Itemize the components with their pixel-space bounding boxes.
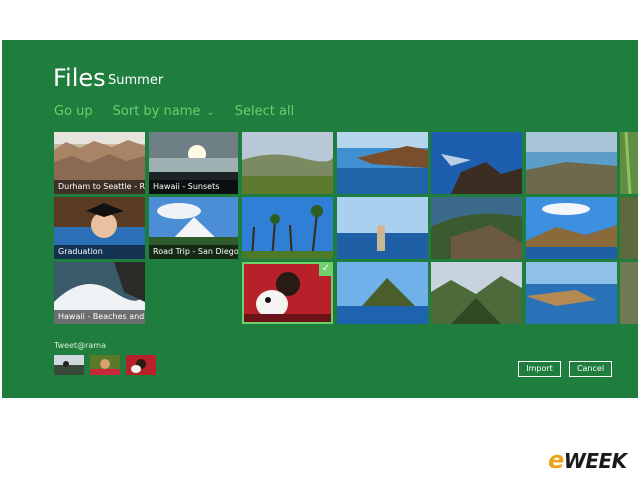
import-button[interactable]: Import (518, 361, 561, 377)
select-all-button[interactable]: Select all (235, 104, 294, 119)
basket-photo (54, 355, 84, 375)
basket-photo (90, 355, 120, 375)
photo-thumbnail (242, 132, 333, 194)
sort-label: Sort by name (112, 103, 201, 119)
photo-tile[interactable] (431, 197, 522, 259)
photo-tile[interactable] (620, 262, 638, 324)
folder-tile-road-trip[interactable]: Road Trip - San Diego to ... (149, 197, 238, 259)
photo-thumbnail (431, 262, 522, 324)
basket-thumbnail[interactable] (54, 355, 84, 375)
page-title: Files (53, 64, 106, 92)
photo-tile[interactable] (526, 132, 617, 194)
photo-thumbnail (431, 132, 522, 194)
photo-tile[interactable] (526, 262, 617, 324)
folder-tile-graduation[interactable]: Graduation (54, 197, 145, 259)
tile-caption: Durham to Seattle - Road... (54, 180, 145, 194)
photo-thumbnail (526, 262, 617, 324)
photo-tile[interactable] (337, 262, 428, 324)
folder-tile-durham-seattle[interactable]: Durham to Seattle - Road... (54, 132, 145, 194)
photo-tile[interactable] (526, 197, 617, 259)
photo-tile[interactable] (431, 262, 522, 324)
tile-caption: Road Trip - San Diego to ... (149, 245, 238, 259)
photo-thumbnail (620, 197, 638, 259)
cancel-button[interactable]: Cancel (569, 361, 612, 377)
chevron-down-icon: ⌄ (206, 106, 215, 118)
toolbar: Go up Sort by name ⌄ Select all (54, 102, 314, 120)
photo-thumbnail (526, 132, 617, 194)
go-up-button[interactable]: Go up (54, 104, 93, 119)
photo-tile[interactable] (242, 132, 333, 194)
photo-tile[interactable] (431, 132, 522, 194)
photo-tile[interactable] (337, 197, 428, 259)
basket-thumbnail[interactable] (90, 355, 120, 375)
photo-tile[interactable] (242, 197, 333, 259)
photo-thumbnail (337, 132, 428, 194)
eweek-watermark: eWEEK (548, 446, 627, 474)
photo-tile[interactable] (620, 132, 638, 194)
photo-thumbnail (431, 197, 522, 259)
checkmark-icon: ✓ (319, 262, 333, 276)
photo-thumbnail (620, 262, 638, 324)
photo-thumbnail (337, 262, 428, 324)
photo-thumbnail (337, 197, 428, 259)
photo-thumbnail (242, 197, 333, 259)
basket-label: Tweet@rama (54, 341, 106, 350)
folder-tile-hawaii-beaches[interactable]: Hawaii - Beaches and Wa... (54, 262, 145, 324)
file-picker-screen: Files Summer Go up Sort by name ⌄ Select … (2, 40, 638, 398)
tile-caption: Graduation (54, 245, 145, 259)
photo-tile-selected[interactable]: ✓ (242, 262, 333, 324)
basket-thumbnail[interactable] (126, 355, 156, 375)
folder-name: Summer (108, 73, 164, 88)
basket-photo (126, 355, 156, 375)
tile-caption: Hawaii - Beaches and Wa... (54, 310, 145, 324)
photo-thumbnail (526, 197, 617, 259)
tile-caption: Hawaii - Sunsets (149, 180, 238, 194)
photo-tile[interactable] (620, 197, 638, 259)
photo-tile[interactable] (337, 132, 428, 194)
folder-tile-hawaii-sunsets[interactable]: Hawaii - Sunsets (149, 132, 238, 194)
photo-thumbnail (620, 132, 638, 194)
sort-dropdown[interactable]: Sort by name ⌄ (113, 104, 215, 119)
